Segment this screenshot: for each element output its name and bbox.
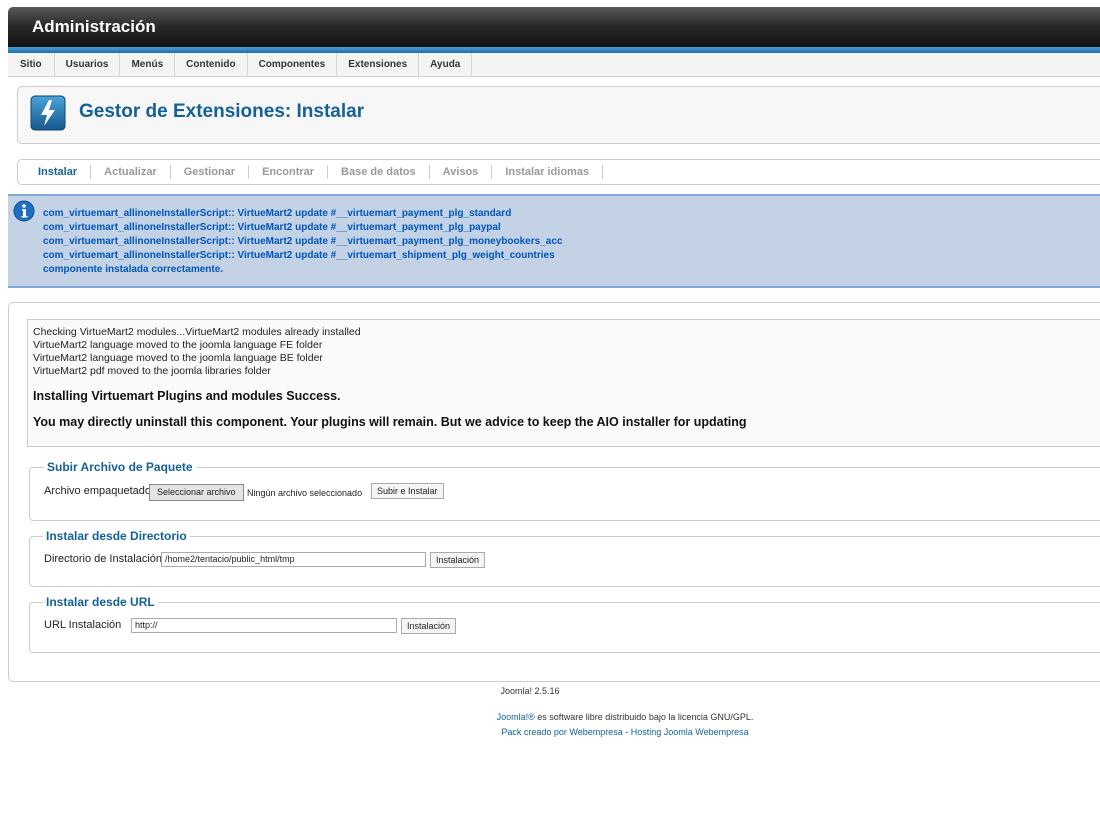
install-log: Checking VirtueMart2 modules...VirtueMar… — [27, 319, 1100, 447]
tab-instalar[interactable]: Instalar — [18, 165, 92, 179]
directory-legend: Instalar desde Directorio — [43, 529, 190, 543]
joomla-link[interactable]: Joomla!® — [497, 712, 535, 722]
no-file-selected-text: Ningún archivo seleccionado — [247, 488, 363, 498]
log-line: VirtueMart2 language moved to the joomla… — [33, 352, 323, 364]
install-url-input[interactable]: http:// — [131, 618, 397, 633]
message-line: com_virtuemart_allinoneInstallerScript::… — [43, 236, 563, 247]
joomla-version: Joomla! 2.5.16 — [500, 686, 560, 696]
log-line: VirtueMart2 pdf moved to the joomla libr… — [33, 365, 271, 377]
uninstall-notice: You may directly uninstall this componen… — [33, 415, 747, 429]
page-title: Gestor de Extensiones: Instalar — [79, 101, 365, 122]
info-icon — [13, 200, 35, 222]
choose-file-button[interactable]: Seleccionar archivo — [149, 484, 244, 501]
credits-separator: - — [622, 727, 631, 737]
menu-item-componentes[interactable]: Componentes — [248, 53, 338, 76]
tab-gestionar[interactable]: Gestionar — [171, 165, 250, 179]
tab-avisos[interactable]: Avisos — [430, 165, 493, 179]
message-line: com_virtuemart_allinoneInstallerScript::… — [43, 208, 512, 219]
webempresa-hosting-link[interactable]: Hosting Joomla Webempresa — [631, 727, 749, 737]
extension-lightning-icon — [30, 95, 66, 131]
install-url-button[interactable]: Instalación — [401, 618, 457, 634]
system-message: com_virtuemart_allinoneInstallerScript::… — [8, 194, 1100, 288]
tab-instalar-idiomas[interactable]: Instalar idiomas — [492, 165, 604, 179]
menu-item-sitio[interactable]: Sitio — [8, 53, 55, 76]
main-menu: Sitio Usuarios Menús Contenido Component… — [8, 53, 1100, 77]
install-success-message: Installing Virtuemart Plugins and module… — [33, 389, 341, 403]
log-line: Checking VirtueMart2 modules...VirtueMar… — [33, 326, 361, 338]
install-directory-label: Directorio de Instalación — [44, 553, 163, 565]
message-line: componente instalada correctamente. — [43, 264, 224, 275]
url-legend: Instalar desde URL — [43, 595, 158, 609]
license-line: Joomla!® es software libre distribuido b… — [400, 712, 850, 722]
extension-subnav: Instalar Actualizar Gestionar Encontrar … — [17, 159, 1100, 185]
menu-item-contenido[interactable]: Contenido — [175, 53, 248, 76]
install-directory-fieldset: Instalar desde Directorio Directorio de … — [29, 529, 1100, 587]
tab-base-de-datos[interactable]: Base de datos — [328, 165, 430, 179]
message-line: com_virtuemart_allinoneInstallerScript::… — [43, 250, 555, 261]
install-directory-input[interactable]: /home2/tentacio/public_html/tmp — [161, 552, 426, 567]
admin-header: Administración — [8, 7, 1100, 47]
admin-title: Administración — [32, 17, 156, 36]
menu-item-ayuda[interactable]: Ayuda — [419, 53, 473, 76]
menu-item-menus[interactable]: Menús — [120, 53, 176, 76]
page-header: Gestor de Extensiones: Instalar — [17, 86, 1100, 144]
install-url-fieldset: Instalar desde URL URL Instalación http:… — [29, 595, 1100, 653]
credits-line: Pack creado por Webempresa - Hosting Joo… — [400, 727, 850, 737]
license-text: es software libre distribuido bajo la li… — [534, 712, 754, 722]
upload-install-button[interactable]: Subir e Instalar — [371, 483, 444, 499]
menu-item-extensiones[interactable]: Extensiones — [337, 53, 420, 76]
menu-item-usuarios[interactable]: Usuarios — [55, 53, 121, 76]
tab-encontrar[interactable]: Encontrar — [249, 165, 329, 179]
package-file-label: Archivo empaquetado — [44, 485, 152, 497]
install-directory-button[interactable]: Instalación — [430, 552, 486, 568]
webempresa-pack-link[interactable]: Pack creado por Webempresa — [501, 727, 622, 737]
log-line: VirtueMart2 language moved to the joomla… — [33, 339, 323, 351]
upload-package-fieldset: Subir Archivo de Paquete Archivo empaque… — [29, 460, 1100, 521]
upload-legend: Subir Archivo de Paquete — [44, 460, 196, 474]
message-line: com_virtuemart_allinoneInstallerScript::… — [43, 222, 501, 233]
install-url-label: URL Instalación — [44, 619, 122, 631]
tab-actualizar[interactable]: Actualizar — [91, 165, 171, 179]
